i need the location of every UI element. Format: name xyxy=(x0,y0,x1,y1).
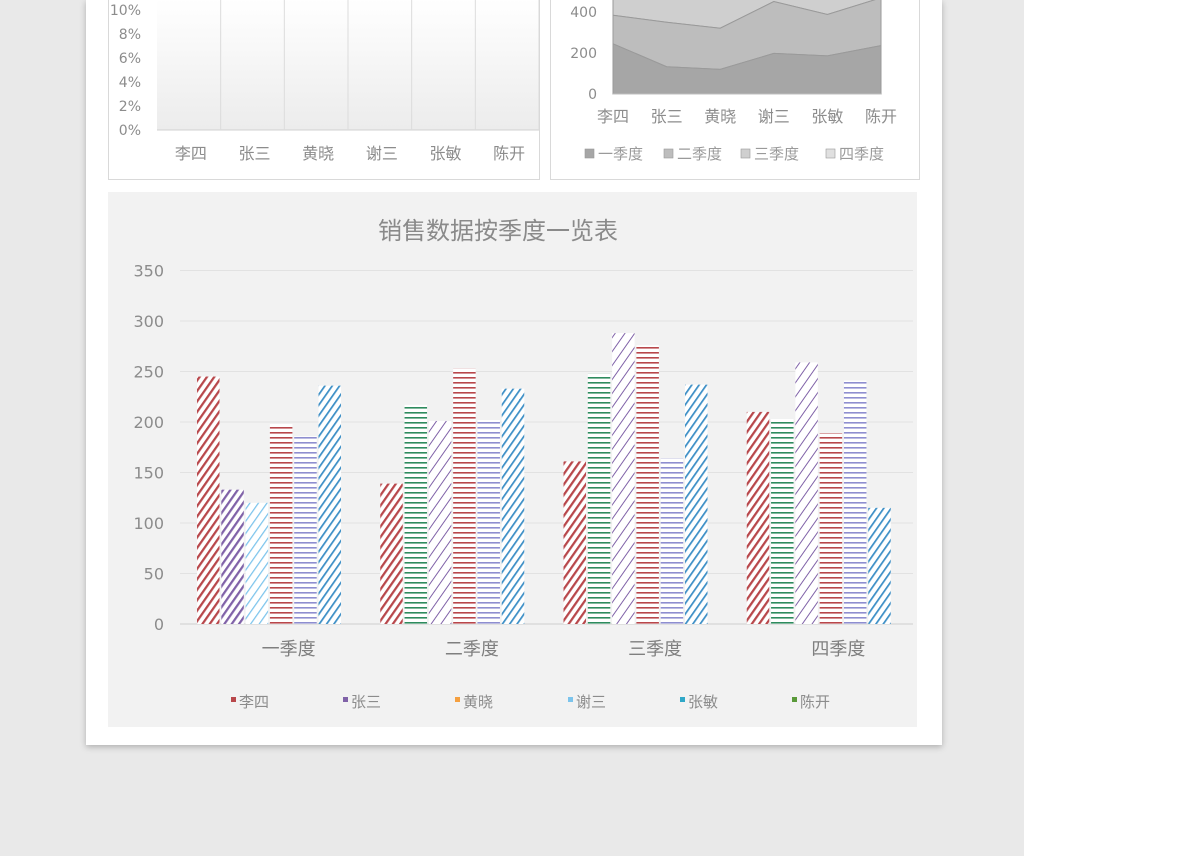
x-tick-label: 黄晓 xyxy=(302,144,334,163)
legend-swatch xyxy=(455,697,460,702)
legend-swatch xyxy=(584,148,595,159)
x-tick-label: 陈开 xyxy=(493,144,525,163)
bar xyxy=(380,483,403,624)
y-tick-label: 200 xyxy=(133,413,164,432)
quarter-bar-chart: 销售数据按季度一览表 0 50 100 150 200 250 300 350 一季度 二季度 三季… xyxy=(133,217,913,711)
bar xyxy=(771,418,794,624)
y-tick-label: 250 xyxy=(133,363,164,382)
x-tick-label: 谢三 xyxy=(758,107,790,126)
legend-swatch xyxy=(343,697,348,702)
y-tick-label: 0 xyxy=(154,615,164,634)
legend-label: 二季度 xyxy=(677,145,722,163)
y-tick-label: 8% xyxy=(119,27,141,43)
x-tick-label: 四季度 xyxy=(811,639,865,660)
y-tick-label: 150 xyxy=(133,464,164,483)
legend-label: 四季度 xyxy=(839,145,884,163)
y-tick-label: 200 xyxy=(570,46,597,62)
x-tick-label: 张三 xyxy=(238,144,270,163)
chart-title: 销售数据按季度一览表 xyxy=(378,217,618,245)
legend-label: 三季度 xyxy=(754,145,799,163)
bar xyxy=(843,380,867,624)
x-tick-label: 张敏 xyxy=(811,107,843,126)
bar xyxy=(197,376,220,624)
x-tick-label: 张三 xyxy=(651,107,683,126)
y-tick-label: 10% xyxy=(110,3,141,19)
y-tick-label: 50 xyxy=(144,565,164,584)
legend-swatch xyxy=(740,148,751,159)
bar xyxy=(563,461,586,624)
x-tick-label: 谢三 xyxy=(366,144,398,163)
bar xyxy=(404,404,428,624)
bar xyxy=(636,345,659,624)
bar xyxy=(685,384,708,624)
x-tick-label: 李四 xyxy=(597,107,629,126)
bar xyxy=(269,424,293,624)
bar xyxy=(453,368,476,624)
legend-swatch xyxy=(825,148,836,159)
legend-swatch xyxy=(568,697,573,702)
percent-chart-panel: 0% 2% 4% 6% 8% 10% 李四 张三 黄晓 谢三 张敏 陈开 xyxy=(108,0,540,180)
legend-label: 陈开 xyxy=(800,693,830,711)
x-tick-label: 陈开 xyxy=(865,107,897,126)
y-tick-label: 6% xyxy=(119,51,141,67)
legend-swatch xyxy=(663,148,674,159)
bar xyxy=(477,419,500,624)
x-tick-label: 张敏 xyxy=(429,144,461,163)
bar xyxy=(612,333,635,624)
legend-swatch xyxy=(231,697,236,702)
y-tick-label: 300 xyxy=(133,312,164,331)
bar xyxy=(868,507,891,624)
bar xyxy=(587,373,611,624)
bar xyxy=(660,458,684,624)
bar xyxy=(501,388,525,624)
percent-chart: 0% 2% 4% 6% 8% 10% 李四 张三 黄晓 谢三 张敏 陈开 xyxy=(110,0,540,163)
y-tick-label: 350 xyxy=(133,262,164,281)
bar xyxy=(819,433,843,624)
legend-label: 一季度 xyxy=(598,145,643,163)
x-tick-label: 黄晓 xyxy=(704,107,736,126)
legend-label: 李四 xyxy=(239,693,269,711)
stacked-area-chart-panel: 0 200 400 李四 张三 黄晓 谢三 张敏 陈开一季度 二季度 三季度 四季度 xyxy=(550,0,920,180)
y-tick-label: 0 xyxy=(588,87,597,103)
bar xyxy=(318,385,341,624)
y-tick-label: 4% xyxy=(119,75,141,91)
bar xyxy=(221,489,244,624)
legend-label: 张敏 xyxy=(688,693,718,711)
bar xyxy=(245,502,269,624)
legend-swatch xyxy=(680,697,685,702)
x-tick-label: 一季度 xyxy=(262,639,316,660)
x-tick-label: 李四 xyxy=(175,144,207,163)
y-tick-label: 100 xyxy=(133,514,164,533)
legend-label: 黄晓 xyxy=(463,693,493,711)
y-tick-label: 2% xyxy=(119,99,141,115)
bar xyxy=(294,436,317,624)
bar xyxy=(746,411,770,624)
y-tick-label: 400 xyxy=(570,5,597,21)
x-tick-label: 二季度 xyxy=(445,639,499,660)
legend-label: 张三 xyxy=(351,693,381,711)
legend-swatch xyxy=(792,697,797,702)
bar xyxy=(795,362,818,624)
legend-label: 谢三 xyxy=(576,693,606,711)
y-tick-label: 0% xyxy=(119,123,141,139)
x-tick-label: 三季度 xyxy=(628,639,682,660)
bar xyxy=(428,420,452,624)
stacked-area-chart: 0 200 400 李四 张三 黄晓 谢三 张敏 陈开一季度 二季度 三季度 四季度 xyxy=(570,0,897,163)
quarter-bar-chart-panel: 销售数据按季度一览表 0 50 100 150 200 250 300 350 一季度 二季度 三季… xyxy=(108,192,917,727)
